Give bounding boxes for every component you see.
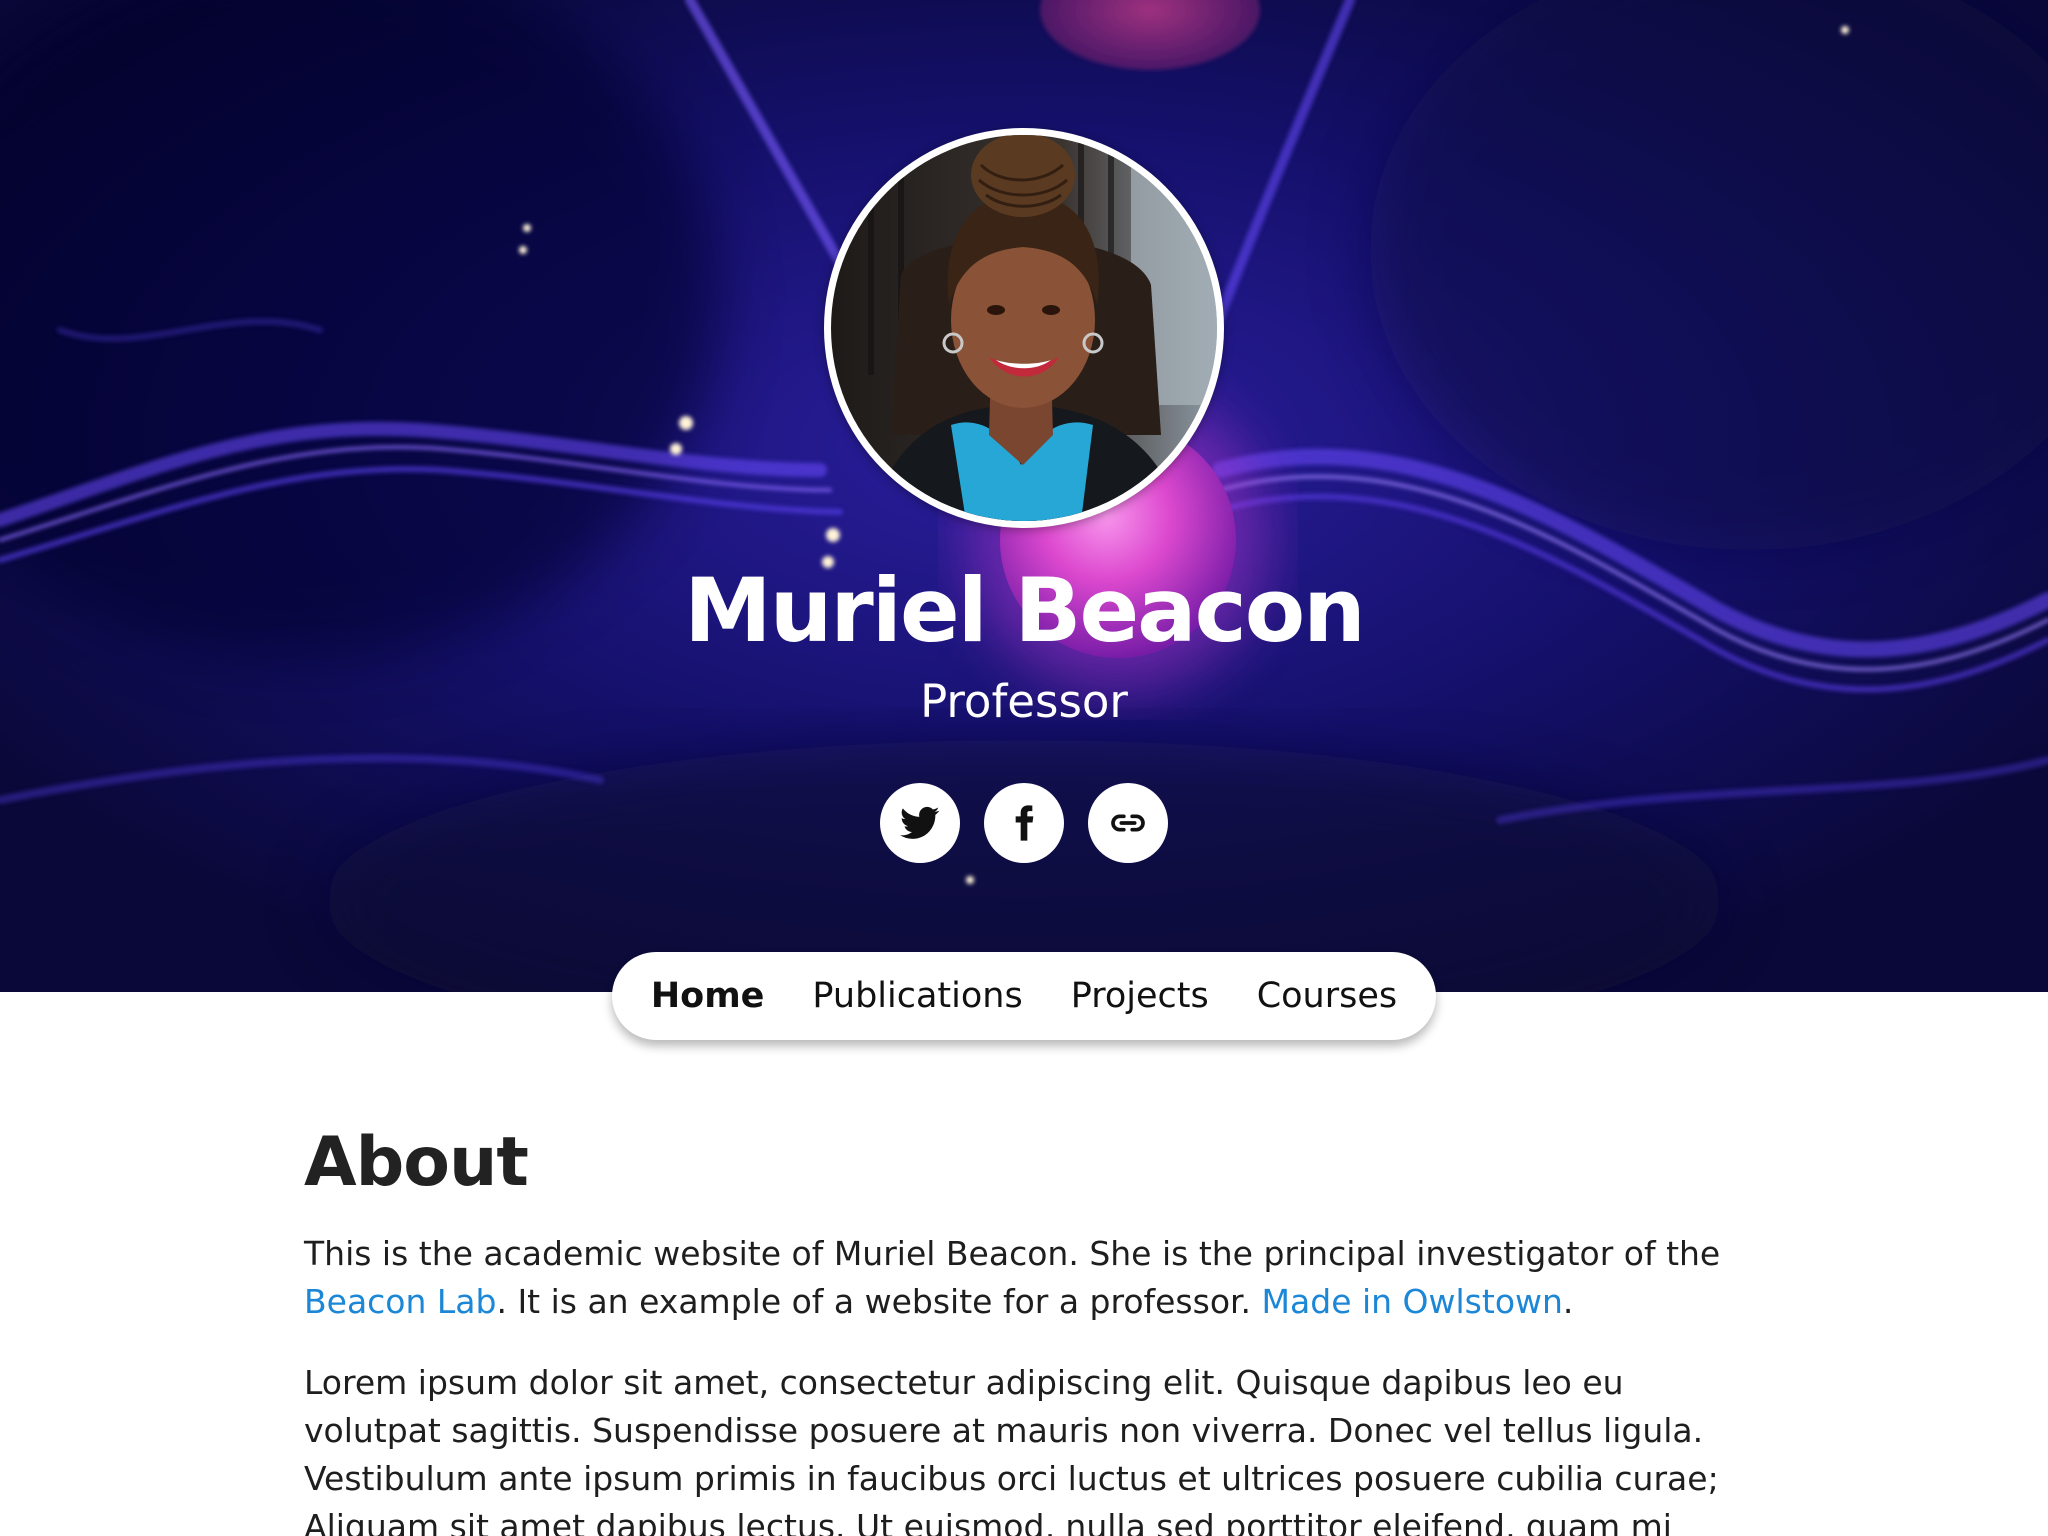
main-navigation: Home Publications Projects Courses — [612, 952, 1436, 1040]
website-link-button[interactable] — [1088, 783, 1168, 863]
link-icon — [1111, 814, 1145, 832]
profile-photo — [831, 135, 1217, 521]
about-lorem-paragraph: Lorem ipsum dolor sit amet, consectetur … — [304, 1363, 1719, 1536]
beacon-lab-link[interactable]: Beacon Lab — [304, 1282, 496, 1321]
nav-courses[interactable]: Courses — [1257, 976, 1397, 1016]
twitter-button[interactable] — [880, 783, 960, 863]
owlstown-link[interactable]: Made in Owlstown — [1262, 1282, 1563, 1321]
facebook-icon — [1015, 805, 1034, 841]
twitter-icon — [900, 806, 940, 839]
social-links — [0, 783, 2048, 863]
nav-projects[interactable]: Projects — [1071, 976, 1209, 1016]
profile-avatar — [824, 128, 1224, 528]
nav-home[interactable]: Home — [651, 976, 765, 1016]
about-intro-paragraph: This is the academic website of Muriel B… — [304, 1230, 1744, 1326]
profile-role: Professor — [920, 675, 1128, 728]
about-heading: About — [304, 1123, 529, 1202]
hero-banner: Muriel Beacon Professor — [0, 0, 2048, 992]
main-content: About This is the academic website of Mu… — [304, 1118, 1744, 1536]
page: Muriel Beacon Professor Home Publication… — [0, 0, 2048, 1536]
about-intro-text-2: . It is an example of a website for a pr… — [496, 1282, 1252, 1321]
about-intro-text-3: . — [1562, 1282, 1574, 1321]
nav-publications[interactable]: Publications — [812, 976, 1022, 1016]
profile-name: Muriel Beacon — [684, 559, 1366, 662]
about-intro-text-1: This is the academic website of Muriel B… — [304, 1234, 1721, 1273]
facebook-button[interactable] — [984, 783, 1064, 863]
